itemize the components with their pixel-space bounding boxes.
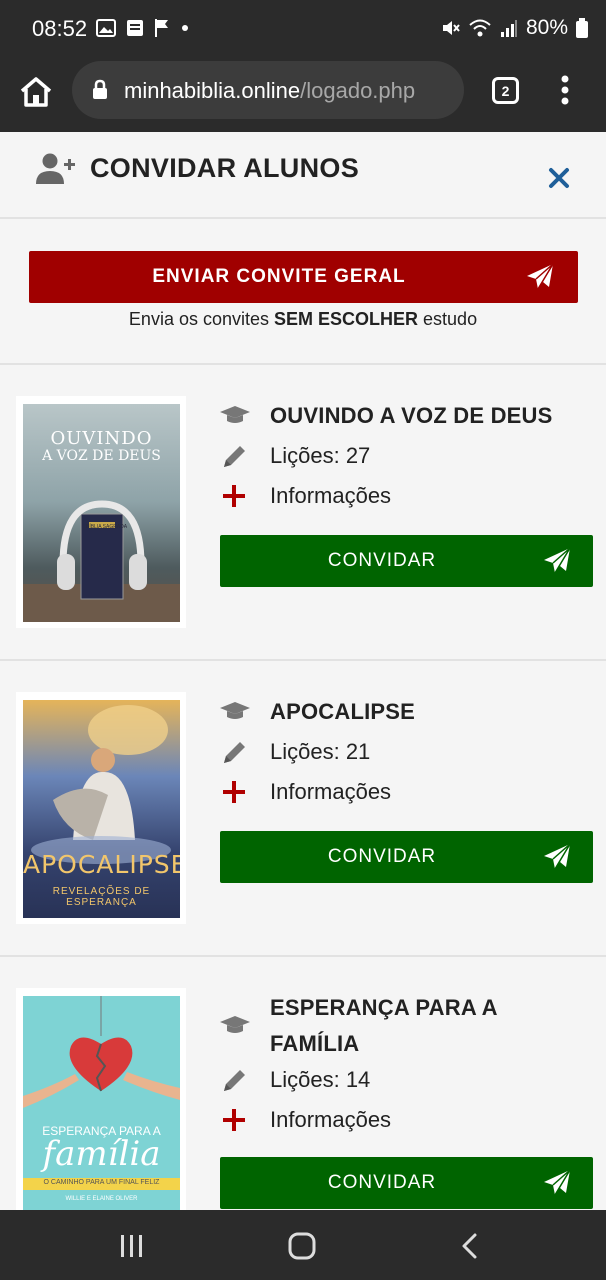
modal-header: CONVIDAR ALUNOS bbox=[0, 132, 606, 219]
study-cover[interactable]: APOCALIPSE REVELAÇÕES DE ESPERANÇA bbox=[16, 692, 186, 924]
study-card: APOCALIPSE REVELAÇÕES DE ESPERANÇA APOCA… bbox=[0, 661, 606, 957]
pencil-icon bbox=[224, 1070, 245, 1091]
status-time: 08:52 bbox=[32, 16, 88, 41]
home-icon[interactable] bbox=[18, 74, 54, 110]
graduation-cap-icon bbox=[220, 406, 250, 423]
plus-icon bbox=[223, 781, 245, 803]
study-cover[interactable]: OUVINDO A VOZ DE DEUS BÍBLIA SAGRADA bbox=[16, 396, 186, 628]
study-card: OUVINDO A VOZ DE DEUS BÍBLIA SAGRADA OUV… bbox=[0, 365, 606, 661]
wifi-icon bbox=[469, 19, 491, 37]
back-icon[interactable] bbox=[456, 1232, 484, 1260]
info-link[interactable]: Informações bbox=[220, 477, 593, 517]
paper-plane-icon bbox=[544, 547, 571, 574]
study-title-line1: ESPERANÇA PARA A bbox=[270, 995, 498, 1020]
plus-icon bbox=[223, 1109, 245, 1131]
url-domain: minhabiblia.online bbox=[124, 78, 301, 103]
android-nav-bar bbox=[0, 1210, 606, 1280]
mute-icon bbox=[442, 21, 460, 35]
pencil-icon bbox=[224, 742, 245, 763]
study-title: APOCALIPSE bbox=[270, 699, 416, 724]
info-label: Informações bbox=[270, 1107, 392, 1132]
general-invite-note: Envia os convites SEM ESCOLHER estudo bbox=[128, 309, 478, 329]
status-system-icons: 80% bbox=[440, 16, 588, 40]
study-info: ESPERANÇA PARA A FAMÍLIA Lições: 14 Info… bbox=[220, 989, 593, 1209]
info-link[interactable]: Informações bbox=[220, 773, 593, 813]
close-icon[interactable] bbox=[545, 164, 573, 192]
invite-button[interactable]: CONVIDAR bbox=[220, 535, 593, 587]
gallery-icon bbox=[96, 19, 116, 37]
plus-icon bbox=[223, 485, 245, 507]
study-cover[interactable]: ESPERANÇA PARA A família O CAMINHO PARA … bbox=[16, 988, 186, 1220]
pencil-icon bbox=[224, 446, 245, 467]
dot-icon bbox=[182, 25, 188, 31]
invite-button[interactable]: CONVIDAR bbox=[220, 1157, 593, 1209]
battery-percent: 80% bbox=[525, 16, 568, 39]
browser-toolbar: minhabiblia.online/logado.php 2 bbox=[0, 60, 606, 132]
graduation-cap-icon bbox=[220, 1016, 250, 1033]
send-general-invite-button[interactable]: ENVIAR CONVITE GERAL bbox=[29, 251, 578, 303]
study-cover-image: OUVINDO A VOZ DE DEUS BÍBLIA SAGRADA bbox=[23, 404, 180, 622]
info-label: Informações bbox=[270, 483, 392, 508]
flag-icon bbox=[155, 19, 168, 37]
tab-switcher-button[interactable]: 2 bbox=[492, 77, 519, 104]
url-path: /logado.php bbox=[300, 78, 416, 103]
general-invite-label: ENVIAR CONVITE GERAL bbox=[152, 266, 406, 287]
info-label: Informações bbox=[270, 779, 392, 804]
lessons-count: Lições: 27 bbox=[270, 443, 371, 468]
signal-icon bbox=[500, 20, 517, 37]
study-cover-image: APOCALIPSE REVELAÇÕES DE ESPERANÇA bbox=[23, 700, 180, 918]
general-invite-section: ENVIAR CONVITE GERAL Envia os convites S… bbox=[0, 219, 606, 365]
invite-button-label: CONVIDAR bbox=[327, 550, 437, 571]
invite-button-label: CONVIDAR bbox=[327, 1172, 437, 1193]
status-bar: 08:52 80% bbox=[0, 0, 606, 60]
study-info: OUVINDO A VOZ DE DEUS Lições: 27 Informa… bbox=[220, 397, 593, 587]
study-cover-image: ESPERANÇA PARA A família O CAMINHO PARA … bbox=[23, 996, 180, 1214]
address-bar[interactable]: minhabiblia.online/logado.php bbox=[72, 61, 464, 119]
user-plus-icon bbox=[36, 153, 75, 184]
url-text: minhabiblia.online/logado.php bbox=[124, 78, 415, 104]
recent-apps-icon[interactable] bbox=[118, 1232, 146, 1260]
lock-icon bbox=[93, 79, 107, 99]
study-title: OUVINDO A VOZ DE DEUS bbox=[270, 403, 553, 428]
lessons-count: Lições: 21 bbox=[270, 739, 371, 764]
graduation-cap-icon bbox=[220, 702, 250, 719]
status-notification-icons bbox=[96, 18, 190, 38]
invite-button-label: CONVIDAR bbox=[327, 846, 437, 867]
battery-icon bbox=[576, 18, 588, 38]
home-nav-icon[interactable] bbox=[288, 1232, 316, 1260]
study-info: APOCALIPSE Lições: 21 Informações CONVID… bbox=[220, 693, 593, 883]
more-options-icon[interactable] bbox=[560, 74, 570, 106]
paper-plane-icon bbox=[544, 1169, 571, 1196]
study-title-line2: FAMÍLIA bbox=[270, 1031, 360, 1056]
lessons-count: Lições: 14 bbox=[270, 1067, 371, 1092]
modal-title: CONVIDAR ALUNOS bbox=[90, 153, 360, 183]
invite-button[interactable]: CONVIDAR bbox=[220, 831, 593, 883]
message-icon bbox=[127, 20, 143, 36]
bible-headphones-illustration bbox=[23, 500, 180, 622]
info-link[interactable]: Informações bbox=[220, 1101, 593, 1141]
paper-plane-icon bbox=[527, 263, 554, 290]
paper-plane-icon bbox=[544, 843, 571, 870]
study-card: ESPERANÇA PARA A família O CAMINHO PARA … bbox=[0, 957, 606, 1220]
